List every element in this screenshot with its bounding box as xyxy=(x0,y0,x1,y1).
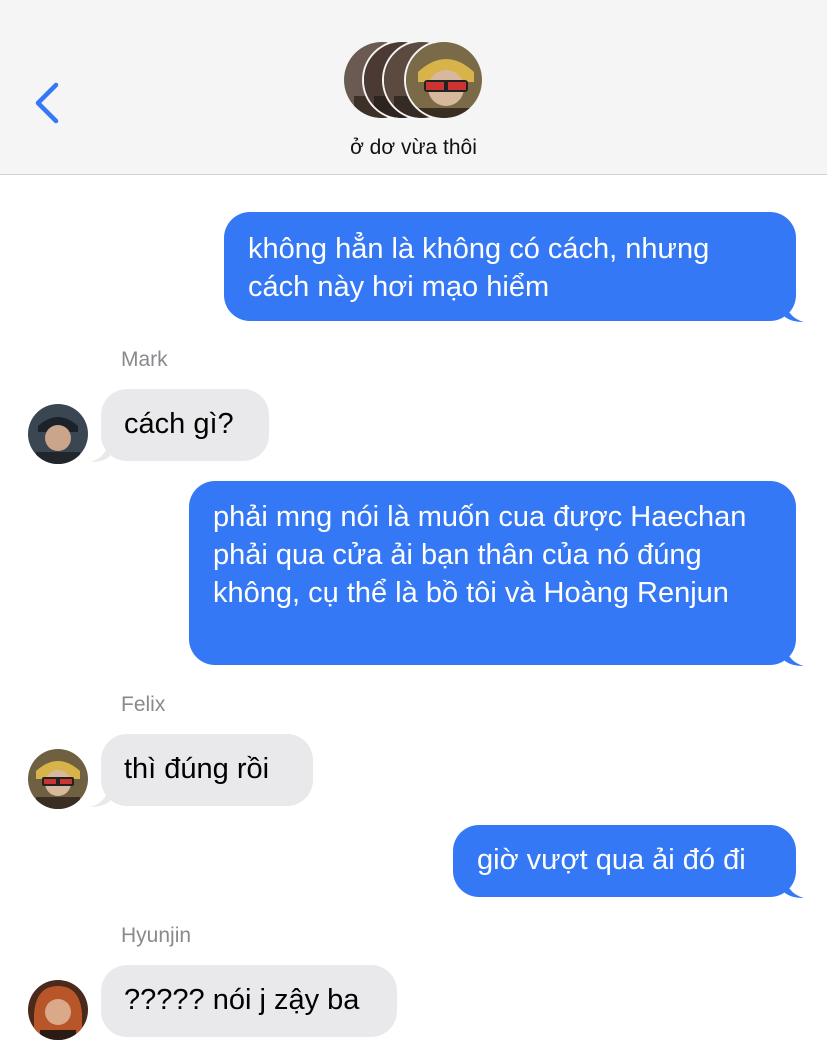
sender-name: Hyunjin xyxy=(121,924,192,947)
group-avatar-stack[interactable] xyxy=(342,40,488,122)
avatar[interactable] xyxy=(28,749,88,809)
bubble-tail xyxy=(784,876,804,898)
avatar[interactable] xyxy=(28,980,88,1040)
message-text: giờ vượt qua ải đó đi xyxy=(477,844,746,876)
avatar[interactable] xyxy=(28,404,88,464)
incoming-message-bubble[interactable]: ????? nói j zậy ba xyxy=(101,965,397,1037)
group-name[interactable]: ở dơ vừa thôi xyxy=(0,136,827,160)
bubble-tail xyxy=(90,440,110,462)
message-text: phải mng nói là muốn cua được Haechan ph… xyxy=(213,501,747,609)
group-member-avatar xyxy=(404,40,484,120)
incoming-message-bubble[interactable]: cách gì? xyxy=(101,389,269,461)
message-text: thì đúng rồi xyxy=(124,753,270,785)
sender-name: Felix xyxy=(121,693,166,716)
message-text: cách gì? xyxy=(124,408,234,440)
incoming-message-bubble[interactable]: thì đúng rồi xyxy=(101,734,313,806)
sender-name: Mark xyxy=(121,348,168,371)
bubble-tail xyxy=(784,644,804,666)
message-text: không hẳn là không có cách, nhưng cách n… xyxy=(248,233,710,303)
outgoing-message-bubble[interactable]: giờ vượt qua ải đó đi xyxy=(453,825,796,897)
chevron-left-icon[interactable] xyxy=(30,80,66,126)
outgoing-message-bubble[interactable]: phải mng nói là muốn cua được Haechan ph… xyxy=(189,481,796,665)
conversation-header: ở dơ vừa thôi xyxy=(0,0,827,175)
bubble-tail xyxy=(90,785,110,807)
message-text: ????? nói j zậy ba xyxy=(124,984,360,1016)
outgoing-message-bubble[interactable]: không hẳn là không có cách, nhưng cách n… xyxy=(224,212,796,321)
bubble-tail xyxy=(784,300,804,322)
